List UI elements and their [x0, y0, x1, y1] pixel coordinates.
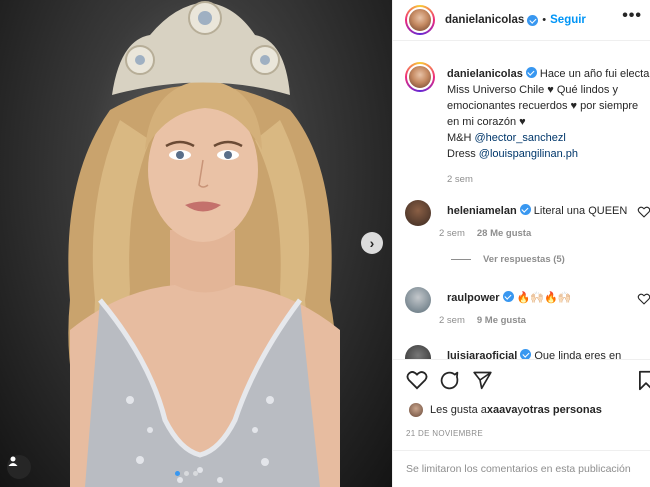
post-date[interactable]: 21 DE NOVIEMBRE — [406, 429, 483, 438]
carousel-dot — [193, 471, 198, 476]
comment-text: luisjaraoficial Que linda eres en — [447, 349, 621, 359]
next-image-button[interactable]: › — [361, 232, 383, 254]
carousel-dot — [184, 471, 189, 476]
heart-icon[interactable] — [637, 206, 650, 218]
comments-limited-notice: Se limitaron los comentarios en esta pub… — [393, 450, 650, 487]
bookmark-icon[interactable] — [637, 370, 650, 391]
heart-icon[interactable] — [406, 370, 428, 390]
comment-time: 2 sem — [439, 228, 465, 239]
verified-icon — [525, 67, 537, 78]
comment-username[interactable]: luisjaraoficial — [447, 350, 517, 359]
comment-icon[interactable] — [439, 370, 460, 391]
header-separator: • — [542, 14, 547, 26]
caption-username[interactable]: danielanicolas — [447, 68, 523, 80]
comment-meta: 2 sem 9 Me gusta — [439, 315, 526, 326]
user-tag-icon — [8, 456, 18, 466]
heart-icon[interactable] — [637, 293, 650, 305]
comment-body: 🔥🙌🏻🔥🙌🏻 — [516, 292, 572, 304]
likes-prefix: Les gusta a — [430, 404, 487, 416]
post-header: danielanicolas • Seguir ••• — [393, 0, 650, 41]
action-bar — [393, 359, 650, 399]
caption-avatar[interactable] — [405, 62, 435, 92]
comment-likes[interactable]: 9 Me gusta — [477, 315, 526, 326]
comment-likes[interactable]: 28 Me gusta — [477, 228, 531, 239]
caption-dress-prefix: Dress — [447, 148, 479, 160]
comment-time: 2 sem — [439, 315, 465, 326]
comment-body: Literal una QUEEN — [533, 205, 628, 217]
caption-line-3: emocionantes recuerdos ♥ por siempre — [447, 100, 639, 112]
verified-icon — [502, 291, 514, 302]
view-replies-label: Ver respuestas (5) — [483, 254, 565, 265]
caption-time: 2 sem — [447, 174, 473, 185]
likes-others-link[interactable]: otras personas — [523, 404, 602, 416]
view-replies-button[interactable]: Ver respuestas (5) — [451, 254, 565, 265]
carousel-dot-active — [175, 471, 180, 476]
follow-button[interactable]: Seguir — [550, 14, 586, 26]
user-tag-button[interactable] — [7, 455, 31, 479]
caption-line-1: Hace un año fui electa — [539, 68, 650, 80]
comment-meta: 2 sem 28 Me gusta — [439, 228, 531, 239]
comment-body: Que linda eres en — [534, 350, 622, 359]
replies-divider — [451, 259, 471, 260]
more-icon[interactable]: ••• — [622, 8, 642, 24]
comment-username[interactable]: raulpower — [447, 292, 500, 304]
verified-icon — [527, 14, 539, 26]
caption-mh-prefix: M&H — [447, 132, 475, 144]
liker-avatar[interactable] — [409, 403, 423, 417]
mention-link[interactable]: @hector_sanchezl — [475, 132, 566, 144]
liker-username[interactable]: xaava — [487, 404, 518, 416]
caption-line-2: Miss Universo Chile ♥ Qué lindos y — [447, 84, 618, 96]
post-panel: danielanicolas • Seguir ••• danielanicol… — [392, 0, 650, 487]
comments-list[interactable]: danielanicolas Hace un año fui electa Mi… — [393, 42, 650, 359]
portrait-illustration — [68, 1, 340, 487]
comment-avatar[interactable] — [405, 200, 431, 226]
comment-avatar[interactable] — [405, 345, 431, 359]
share-icon[interactable] — [472, 370, 493, 390]
verified-icon — [520, 349, 532, 359]
comment-username[interactable]: heleniamelan — [447, 205, 517, 217]
carousel-dots — [175, 471, 198, 476]
verified-icon — [519, 204, 531, 215]
mention-link[interactable]: @louispangilinan.ph — [479, 148, 578, 160]
comment-avatar[interactable] — [405, 287, 431, 313]
post-image[interactable]: › — [0, 0, 392, 487]
comment-text: raulpower 🔥🙌🏻🔥🙌🏻 — [447, 291, 571, 304]
chevron-right-icon: › — [369, 235, 375, 251]
caption-text: danielanicolas Hace un año fui electa Mi… — [447, 66, 650, 188]
comment-text: heleniamelan Literal una QUEEN — [447, 204, 627, 217]
author-username[interactable]: danielanicolas — [445, 14, 524, 26]
author-avatar[interactable] — [405, 5, 435, 35]
likes-summary: Les gusta a xaava y otras personas — [409, 403, 602, 417]
caption-line-4: en mi corazón ♥ — [447, 116, 526, 128]
